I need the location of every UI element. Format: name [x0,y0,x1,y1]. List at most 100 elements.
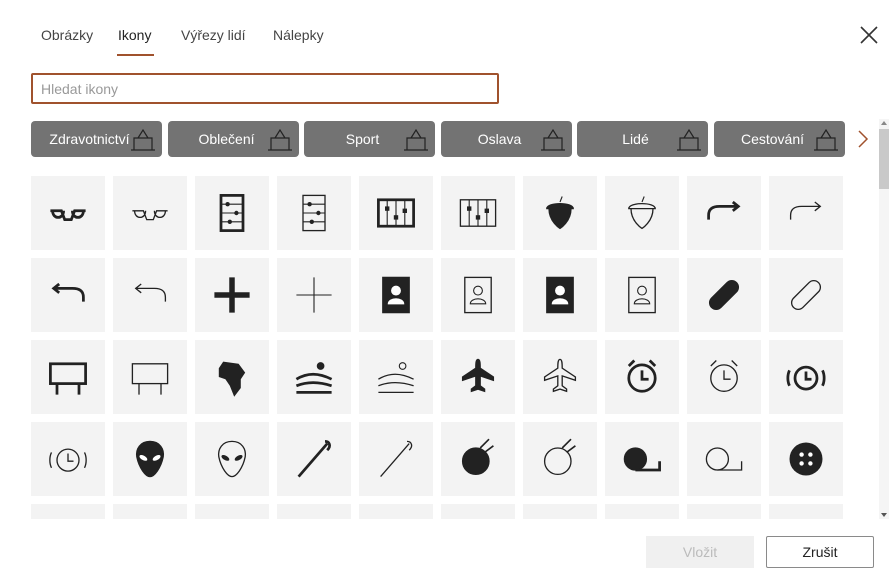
icon-tile[interactable] [359,258,433,332]
curved-arrow-left-outline-icon [134,283,167,302]
close-icon[interactable] [858,24,880,46]
cancel-button[interactable]: Zrušit [766,536,874,568]
tape-measure-outline-icon [705,447,743,471]
icon-tile[interactable] [769,504,843,519]
billboard-icon [49,362,87,395]
icon-tile[interactable] [277,504,351,519]
tab-stickers[interactable]: Nálepky [273,27,324,43]
scroll-up-icon[interactable] [881,121,887,125]
dragon-dance-icon [541,128,565,151]
billboard-outline-icon [131,363,169,395]
category-label: Sport [345,131,380,147]
icon-tile[interactable] [687,422,761,496]
icon-tile[interactable] [195,176,269,250]
icon-tile[interactable] [523,340,597,414]
button-icon [789,442,823,476]
category-3[interactable]: Oslava [441,121,572,157]
icon-tile[interactable] [113,504,187,519]
curved-arrow-right-icon [707,200,741,220]
icon-tile[interactable] [605,340,679,414]
icon-tile[interactable] [195,504,269,519]
icon-tile[interactable] [687,176,761,250]
category-label: Lidé [622,131,649,147]
icon-tile[interactable] [195,340,269,414]
category-1[interactable]: Oblečení [168,121,299,157]
crawling-baby-icon [677,128,701,151]
icon-tile[interactable] [441,176,515,250]
category-2[interactable]: Sport [304,121,435,157]
category-label: Oblečení [198,131,255,147]
icon-tile[interactable] [769,422,843,496]
category-label: Oslava [477,131,522,147]
plus-outline-icon [296,277,332,313]
icon-tile[interactable] [113,258,187,332]
icon-tile[interactable] [31,504,105,519]
address-book-icon [382,276,410,314]
active-tab-indicator [117,54,154,56]
icon-tile[interactable] [687,504,761,519]
airplane-icon [461,358,495,393]
icon-tile[interactable] [113,340,187,414]
scroll-down-icon[interactable] [881,513,887,517]
icon-tile[interactable] [359,422,433,496]
icon-tile[interactable] [359,176,433,250]
icon-tile[interactable] [441,422,515,496]
chevron-right-icon[interactable] [855,128,871,150]
search-input[interactable] [31,73,499,104]
icon-tile[interactable] [441,340,515,414]
icon-tile[interactable] [31,422,105,496]
icon-tile[interactable] [687,340,761,414]
icon-tile[interactable] [441,504,515,519]
icon-tile[interactable] [359,340,433,414]
acorn-icon [546,196,574,230]
icon-tile[interactable] [277,258,351,332]
icon-tile[interactable] [359,504,433,519]
acorn-outline-icon [628,196,656,230]
category-0[interactable]: Zdravotnictví [31,121,162,157]
icon-tile[interactable] [523,258,597,332]
icon-tile[interactable] [605,504,679,519]
yarn-icon [461,438,494,476]
icon-tile[interactable] [195,258,269,332]
icon-tile[interactable] [31,258,105,332]
icon-tile[interactable] [769,176,843,250]
3d-glasses-outline-icon [132,210,168,221]
icon-tile[interactable] [113,176,187,250]
category-label: Zdravotnictví [49,131,130,147]
icon-tile[interactable] [605,422,679,496]
icon-tile[interactable] [31,176,105,250]
tab-cutout-people[interactable]: Výřezy lidí [181,27,246,43]
icon-tile[interactable] [687,258,761,332]
needle-icon [297,440,331,478]
icon-tile[interactable] [605,258,679,332]
icon-tile[interactable] [31,340,105,414]
crown-icon [268,128,292,151]
scrollbar[interactable] [879,119,889,519]
icon-tile[interactable] [523,176,597,250]
icon-tile[interactable] [113,422,187,496]
icon-tile[interactable] [769,340,843,414]
abacus-wide-outline-icon [459,199,497,227]
address-book-dark-icon [546,276,574,314]
scrollbar-thumb[interactable] [879,129,889,189]
curved-arrow-right-outline-icon [789,201,822,220]
icon-tile[interactable] [195,422,269,496]
curved-arrow-left-icon [51,282,85,302]
icon-tile[interactable] [605,176,679,250]
category-4[interactable]: Lidé [577,121,708,157]
icon-tile[interactable] [277,340,351,414]
icon-tile[interactable] [523,422,597,496]
icon-tile[interactable] [523,504,597,519]
category-label: Cestování [740,131,805,147]
icon-tile[interactable] [277,176,351,250]
tab-images[interactable]: Obrázky [41,27,93,43]
abacus-outline-icon [302,194,326,232]
abacus-icon [219,194,245,232]
icon-tile[interactable] [441,258,515,332]
category-5[interactable]: Cestování [714,121,845,157]
tab-icons[interactable]: Ikony [118,27,151,43]
abacus-wide-icon [377,198,415,228]
icon-tile[interactable] [277,422,351,496]
icon-tile[interactable] [769,258,843,332]
insert-button[interactable]: Vložit [646,536,754,568]
